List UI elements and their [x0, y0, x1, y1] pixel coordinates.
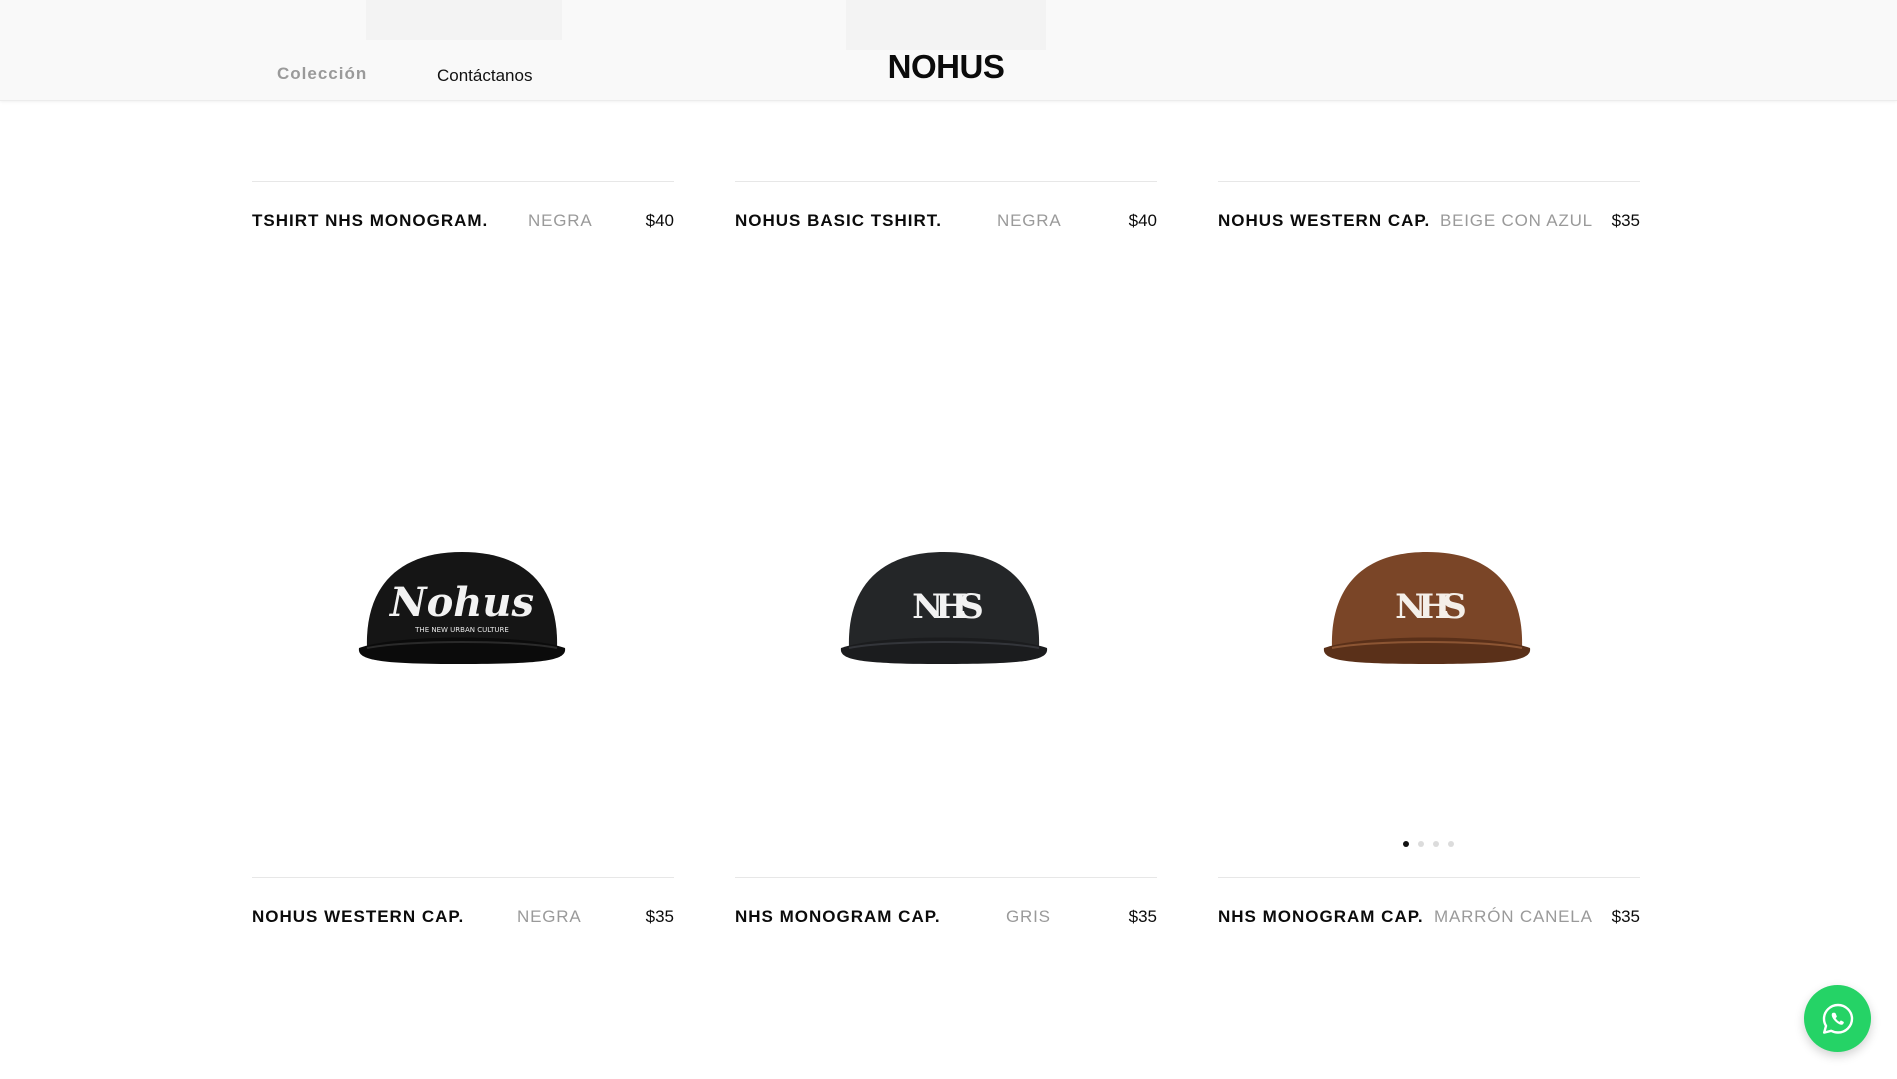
product-divider	[735, 877, 1157, 878]
product-color: NEGRA	[517, 907, 582, 926]
carousel-dot[interactable]	[1433, 841, 1439, 847]
product-card[interactable]: NOHUS WESTERN CAP. BEIGE CON AZUL $35	[1218, 181, 1640, 241]
product-name[interactable]: NHS MONOGRAM CAP.	[1218, 907, 1424, 927]
product-name[interactable]: NOHUS WESTERN CAP.	[252, 907, 464, 927]
product-name[interactable]: TSHIRT NHS MONOGRAM.	[252, 211, 488, 231]
product-divider	[1218, 181, 1640, 182]
product-price: $35	[645, 907, 674, 926]
product-card[interactable]: NHS NHS MONOGRAM CAP. GRIS $35	[735, 290, 1157, 950]
product-divider	[252, 877, 674, 878]
product-divider	[1218, 877, 1640, 878]
whatsapp-button[interactable]	[1804, 985, 1871, 1052]
product-name[interactable]: NHS MONOGRAM CAP.	[735, 907, 941, 927]
site-header: Colección Contáctanos NOHUS	[0, 0, 1897, 101]
nav-contact-link[interactable]: Contáctanos	[437, 66, 532, 86]
nav-collection-link[interactable]: Colección	[277, 64, 367, 84]
cap-monogram: NHS	[912, 587, 982, 627]
carousel-dot[interactable]	[1403, 841, 1409, 847]
whatsapp-icon	[1822, 1003, 1853, 1034]
product-color: BEIGE CON AZUL	[1440, 211, 1593, 230]
cap-logo-text: Nohus	[388, 579, 534, 626]
cap-image: Nohus THE NEW URBAN CULTURE	[358, 552, 566, 664]
carousel-dot[interactable]	[1448, 841, 1454, 847]
product-card[interactable]: NOHUS BASIC TSHIRT. NEGRA $40	[735, 181, 1157, 241]
cap-image: NHS	[1323, 552, 1531, 664]
header-image-placeholder	[846, 0, 1046, 50]
product-name[interactable]: NOHUS BASIC TSHIRT.	[735, 211, 942, 231]
product-divider	[735, 181, 1157, 182]
product-price: $40	[1128, 211, 1157, 230]
product-image[interactable]: NHS	[1312, 530, 1542, 690]
carousel-dot[interactable]	[1418, 841, 1424, 847]
product-card[interactable]: NHS NHS MONOGRAM CAP. MARRÓN CANELA $35	[1218, 290, 1640, 950]
product-divider	[252, 181, 674, 182]
carousel-dots	[1403, 841, 1454, 847]
cap-monogram: NHS	[1395, 587, 1465, 627]
product-card[interactable]: Nohus THE NEW URBAN CULTURE NOHUS WESTER…	[252, 290, 674, 950]
product-image[interactable]: NHS	[829, 530, 1059, 690]
product-color: NEGRA	[997, 211, 1062, 230]
product-price: $35	[1611, 211, 1640, 230]
product-color: NEGRA	[528, 211, 593, 230]
brand-logo[interactable]: NOHUS	[884, 48, 1008, 86]
product-card[interactable]: TSHIRT NHS MONOGRAM. NEGRA $40	[252, 181, 674, 241]
product-color: GRIS	[1006, 907, 1051, 926]
product-color: MARRÓN CANELA	[1434, 907, 1593, 926]
product-name[interactable]: NOHUS WESTERN CAP.	[1218, 211, 1430, 231]
product-price: $35	[1128, 907, 1157, 926]
header-image-placeholder	[366, 0, 562, 40]
cap-image: NHS	[840, 552, 1048, 664]
cap-logo-subtext: THE NEW URBAN CULTURE	[414, 626, 509, 634]
product-image[interactable]: Nohus THE NEW URBAN CULTURE	[347, 530, 577, 690]
product-price: $40	[645, 211, 674, 230]
product-price: $35	[1611, 907, 1640, 926]
